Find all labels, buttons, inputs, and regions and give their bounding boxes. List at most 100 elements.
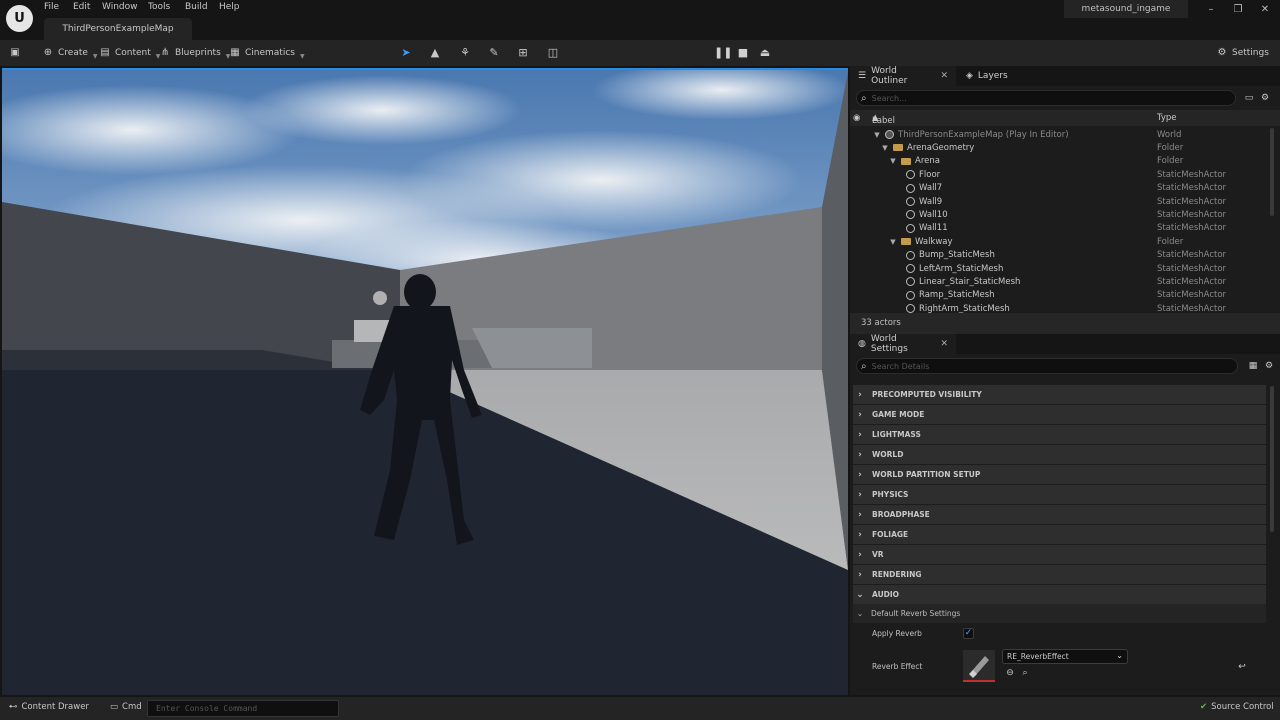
gear-icon[interactable]: ⚙ (1260, 93, 1270, 103)
column-type[interactable]: Type (1157, 113, 1177, 123)
tree-row-type: StaticMeshActor (1157, 223, 1227, 234)
static-mesh-icon (906, 290, 915, 300)
title-bar: U File Edit Window Tools Build Help Thir… (0, 0, 1280, 40)
tree-row[interactable]: Wall7 StaticMeshActor (850, 181, 1268, 194)
category-foliage[interactable]: › FOLIAGE (853, 525, 1266, 544)
close-icon[interactable]: ✕ (940, 71, 948, 81)
use-selected-asset-icon[interactable]: ⊖ (1005, 668, 1015, 678)
category-lightmass[interactable]: › LIGHTMASS (853, 425, 1266, 444)
pause-icon[interactable]: ❚❚ (714, 45, 732, 61)
category-game-mode[interactable]: › GAME MODE (853, 405, 1266, 424)
tree-row[interactable]: RightArm_StaticMesh StaticMeshActor (850, 302, 1268, 313)
reverb-effect-thumbnail[interactable] (963, 650, 995, 682)
subcategory-default-reverb-settings[interactable]: ⌄ Default Reverb Settings (853, 604, 1266, 623)
save-button[interactable]: ▣ (9, 45, 21, 61)
tree-row[interactable]: ▼ Walkway Folder (850, 235, 1268, 248)
details-scrollbar[interactable] (1270, 386, 1274, 532)
chevron-right-icon: › (858, 409, 862, 420)
menu-window[interactable]: Window (102, 2, 148, 12)
category-physics[interactable]: › PHYSICS (853, 485, 1266, 504)
settings-label: Settings (1232, 48, 1269, 58)
content-label: Content (115, 48, 151, 58)
fracture-mode-icon[interactable]: ◫ (545, 45, 561, 61)
tab-layers[interactable]: ◈ Layers (958, 66, 1016, 86)
menu-help[interactable]: Help (219, 2, 249, 12)
chevron-down-icon: ⌄ (856, 589, 864, 600)
chevron-down-icon: ⌄ (856, 609, 864, 618)
category-rendering[interactable]: › RENDERING (853, 565, 1266, 584)
reset-to-default-icon[interactable]: ↩ (1237, 662, 1247, 672)
modeling-mode-icon[interactable]: ⊞ (515, 45, 531, 61)
category-audio[interactable]: ⌄ AUDIO (853, 585, 1266, 604)
details-search-input[interactable]: ⌕ Search Details (856, 358, 1238, 374)
folder-add-icon[interactable]: ▭ (1244, 93, 1254, 103)
table-view-icon[interactable]: ▦ (1248, 361, 1258, 371)
menu-build[interactable]: Build (185, 2, 219, 12)
level-viewport[interactable] (2, 68, 848, 695)
outliner-search-input[interactable]: ⌕ Search... (856, 90, 1236, 106)
category-broadphase[interactable]: › BROADPHASE (853, 505, 1266, 524)
close-icon[interactable]: ✕ (940, 339, 948, 349)
eye-icon[interactable]: ◉ (853, 113, 860, 123)
eject-icon[interactable]: ⏏ (757, 45, 773, 61)
tree-row[interactable]: Bump_StaticMesh StaticMeshActor (850, 248, 1268, 261)
tree-row-label: Linear_Stair_StaticMesh (919, 276, 1021, 287)
apply-reverb-checkbox[interactable]: ✓ (963, 628, 974, 639)
tree-row[interactable]: Wall10 StaticMeshActor (850, 208, 1268, 221)
browse-asset-icon[interactable]: ⌕ (1020, 668, 1030, 678)
tree-row[interactable]: Wall9 StaticMeshActor (850, 195, 1268, 208)
tab-world-outliner[interactable]: ☰ World Outliner ✕ (850, 66, 956, 86)
gear-icon[interactable]: ⚙ (1264, 361, 1274, 371)
chevron-down-icon[interactable]: ▼ (889, 157, 897, 165)
content-drawer-button[interactable]: ⊷ Content Drawer (9, 702, 89, 712)
stop-icon[interactable]: ■ (735, 45, 751, 61)
outliner-scrollbar[interactable] (1270, 128, 1274, 216)
category-precomputed-visibility[interactable]: › PRECOMPUTED VISIBILITY (853, 385, 1266, 404)
tree-row[interactable]: ▼ ArenaGeometry Folder (850, 141, 1268, 154)
menu-file[interactable]: File (44, 2, 73, 12)
stair-mesh (472, 328, 592, 368)
chevron-down-icon[interactable]: ▼ (873, 131, 881, 139)
create-button[interactable]: ⊕ Create ▼ (42, 45, 98, 61)
minimize-icon[interactable]: – (1204, 3, 1218, 17)
source-control-button[interactable]: ✔ Source Control (1200, 702, 1274, 712)
landscape-mode-icon[interactable]: ▲ (427, 45, 443, 61)
menu-edit[interactable]: Edit (73, 2, 102, 12)
cmd-button[interactable]: ▭ Cmd (110, 702, 142, 712)
menu-tools[interactable]: Tools (148, 2, 185, 12)
category-world[interactable]: › WORLD (853, 445, 1266, 464)
chevron-down-icon[interactable]: ▼ (881, 144, 889, 152)
chevron-right-icon: › (858, 469, 862, 480)
tree-row[interactable]: LeftArm_StaticMesh StaticMeshActor (850, 262, 1268, 275)
tree-row[interactable]: Linear_Stair_StaticMesh StaticMeshActor (850, 275, 1268, 288)
cinematics-button[interactable]: ▦ Cinematics ▼ (229, 45, 304, 61)
world-settings-tabs: ◍ World Settings ✕ (850, 334, 1280, 354)
select-mode-icon[interactable]: ➤ (398, 45, 414, 61)
tree-row[interactable]: Ramp_StaticMesh StaticMeshActor (850, 288, 1268, 301)
tree-row[interactable]: Wall11 StaticMeshActor (850, 221, 1268, 234)
console-command-input[interactable]: Enter Console Command (147, 700, 339, 717)
tree-row-label: Ramp_StaticMesh (919, 290, 995, 301)
settings-button[interactable]: ⚙ Settings (1216, 45, 1269, 61)
viewport-scene (2, 70, 848, 695)
tree-row[interactable]: ▼ Arena Folder (850, 154, 1268, 167)
restore-icon[interactable]: ❐ (1231, 3, 1245, 17)
tree-row[interactable]: Floor StaticMeshActor (850, 168, 1268, 181)
chevron-down-icon[interactable]: ▼ (889, 238, 897, 246)
unreal-logo-icon[interactable]: U (6, 5, 33, 32)
category-world-partition-setup[interactable]: › WORLD PARTITION SETUP (853, 465, 1266, 484)
tab-world-settings[interactable]: ◍ World Settings ✕ (850, 334, 956, 354)
level-tab[interactable]: ThirdPersonExampleMap (44, 18, 192, 40)
category-vr[interactable]: › VR (853, 545, 1266, 564)
foliage-mode-icon[interactable]: ⚘ (457, 45, 473, 61)
column-label[interactable]: Label ▲ (872, 113, 895, 126)
close-window-icon[interactable]: ✕ (1258, 3, 1272, 17)
tree-row-label: ArenaGeometry (907, 142, 975, 153)
tree-row[interactable]: ▼ ThirdPersonExampleMap (Play In Editor) W… (850, 128, 1268, 141)
reverb-effect-dropdown[interactable]: RE_ReverbEffect ⌄ (1002, 649, 1128, 664)
mesh-paint-mode-icon[interactable]: ✎ (486, 45, 502, 61)
content-button[interactable]: ▤ Content ▼ (99, 45, 160, 61)
blueprints-button[interactable]: ⋔ Blueprints ▼ (159, 45, 231, 61)
cinematics-icon: ▦ (230, 47, 240, 58)
tree-row-type: Folder (1157, 156, 1184, 167)
